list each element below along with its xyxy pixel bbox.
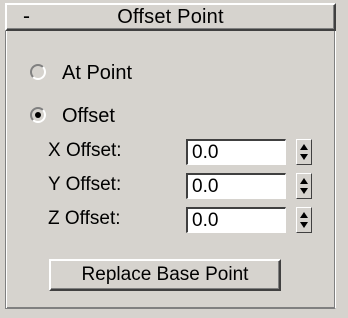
spinner-up-arrow-icon[interactable] [300, 144, 308, 150]
spinner-down-arrow-icon[interactable] [300, 188, 308, 194]
spinner-up-arrow-icon[interactable] [300, 212, 308, 218]
rollout-title: Offset Point [117, 6, 224, 28]
z-offset-label: Z Offset: [48, 208, 121, 229]
x-offset-input[interactable] [186, 139, 286, 165]
spinner-down-arrow-icon[interactable] [300, 154, 308, 160]
y-offset-spinner[interactable] [296, 173, 312, 199]
radio-button-icon[interactable] [30, 64, 46, 80]
y-offset-input[interactable] [186, 173, 286, 199]
z-offset-input[interactable] [186, 207, 286, 233]
x-offset-spinner[interactable] [296, 139, 312, 165]
x-offset-label: X Offset: [48, 140, 122, 161]
z-offset-spinner[interactable] [296, 207, 312, 233]
y-offset-label: Y Offset: [48, 174, 122, 195]
rollout-header[interactable]: - Offset Point [5, 3, 336, 31]
radio-label-offset: Offset [62, 105, 115, 127]
spinner-down-arrow-icon[interactable] [300, 222, 308, 228]
radio-button-selected-icon[interactable] [30, 107, 46, 123]
replace-base-point-button[interactable]: Replace Base Point [49, 259, 281, 291]
radio-label-at-point: At Point [62, 62, 133, 84]
spinner-up-arrow-icon[interactable] [300, 178, 308, 184]
